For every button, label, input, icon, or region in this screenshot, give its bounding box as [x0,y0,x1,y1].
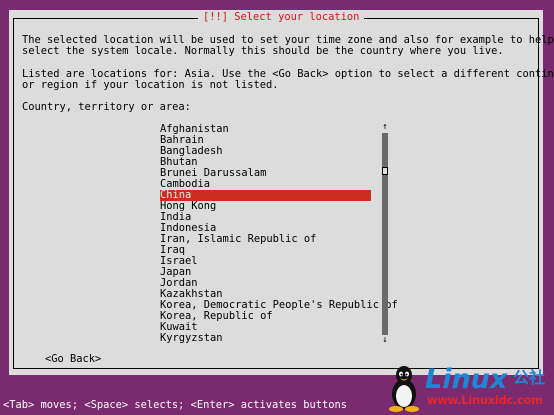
watermark-url: www.Linuxidc.com [427,393,543,407]
watermark-brand: Linux [425,364,508,395]
scroll-up-arrow-icon[interactable]: ↑ [381,123,389,132]
tux-penguin-icon [389,366,419,412]
scrollbar-track[interactable] [382,133,388,335]
installer-dialog: [!!] Select your location The selected l… [9,10,554,375]
scroll-down-arrow-icon[interactable]: ↓ [381,336,389,345]
list-scrollbar[interactable]: ↑ ↓ [381,123,389,345]
country-item[interactable]: Cambodia [160,179,371,190]
country-item[interactable]: Iran, Islamic Republic of [160,234,371,245]
country-list[interactable]: Afghanistan Bahrain Bangladesh Bhutan Brunei… [160,124,398,344]
country-prompt: Country, territory or area: [22,101,191,113]
scrollbar-thumb[interactable] [382,167,388,175]
description-text: The selected location will be used to se… [22,34,554,57]
country-item[interactable]: Hong Kong [160,201,371,212]
watermark-brand-cn: 公社 [513,368,546,387]
go-back-button[interactable]: <Go Back> [45,354,101,365]
dialog-title: [!!] Select your location [198,11,365,24]
watermark-logo: Linux 公社 www.Linuxidc.com [385,364,550,412]
locations-note-text: Listed are locations for: Asia. Use the … [22,68,554,91]
country-item[interactable]: Kyrgyzstan [160,333,371,344]
country-item[interactable]: Israel [160,256,371,267]
